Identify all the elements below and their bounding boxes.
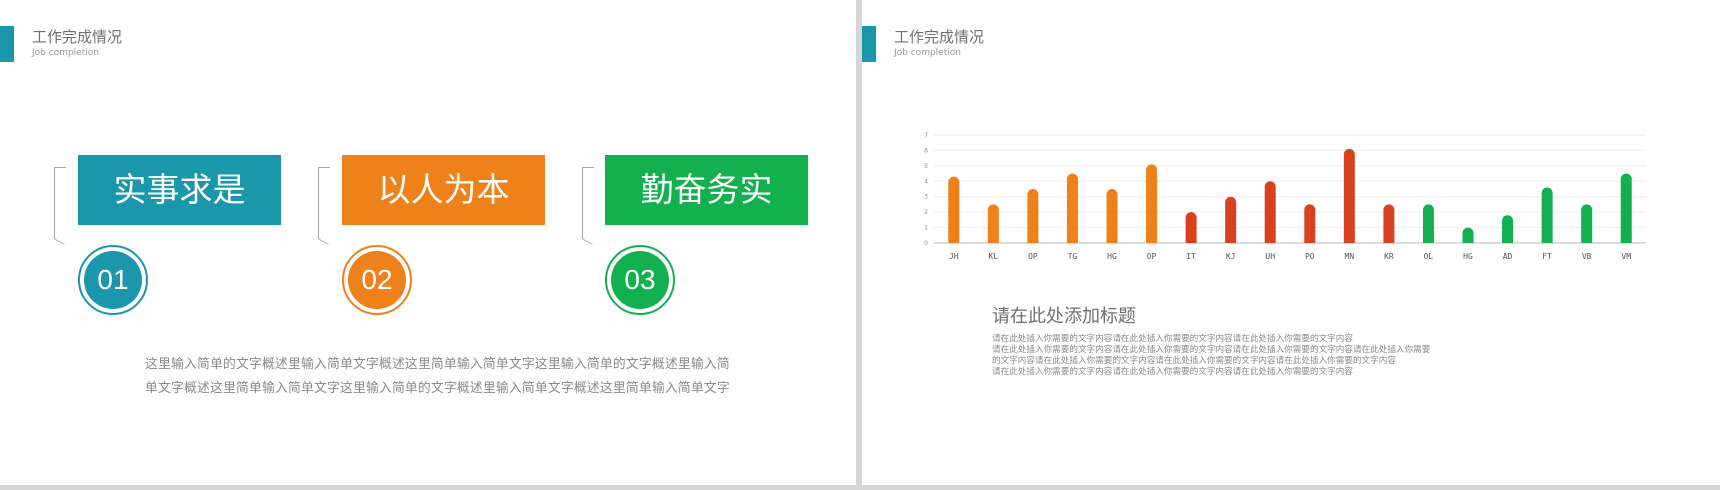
header-accent-bar xyxy=(862,26,876,62)
y-tick-label: 6 xyxy=(924,147,928,154)
bar-base xyxy=(987,237,999,243)
x-tick-label: HG xyxy=(1107,252,1117,261)
card-bracket-2 xyxy=(318,167,331,239)
x-tick-label: TG xyxy=(1068,252,1078,261)
description-text: 这里输入简单的文字概述里输入简单文字概述这里简单输入简单文字这里输入简单的文字概… xyxy=(145,357,730,396)
bar-base xyxy=(1225,237,1237,243)
y-tick-label: 2 xyxy=(924,209,928,216)
bar xyxy=(1066,173,1078,243)
x-tick-label: KJ xyxy=(1226,252,1236,261)
x-tick-label: AD xyxy=(1503,252,1513,261)
bar-base xyxy=(1422,237,1434,243)
bar xyxy=(1264,181,1276,243)
slide-left: 工作完成情况 Job completion 实事求是 以人为本 勤奋务实 01 … xyxy=(0,0,856,485)
card-number-circle-3: 03 xyxy=(605,245,675,315)
bar-base xyxy=(1462,237,1474,243)
bar-base xyxy=(948,237,960,243)
chart-paragraph: 请在此处插入你需要的文字内容请在此处插入你需要的文字内容请在此处插入你需要的文字… xyxy=(992,334,1430,378)
bar xyxy=(948,176,960,243)
header-subtitle: Job completion xyxy=(32,48,99,58)
bar xyxy=(1343,148,1355,243)
x-tick-label: HG xyxy=(1463,252,1473,261)
y-tick-label: 0 xyxy=(924,240,928,247)
x-tick-label: KR xyxy=(1384,252,1394,261)
x-tick-label: OP xyxy=(1147,252,1157,261)
bar xyxy=(1146,164,1158,243)
header-accent-bar xyxy=(0,26,14,62)
card-label-box-3: 勤奋务实 xyxy=(605,155,808,225)
bar-base xyxy=(1146,237,1158,243)
x-tick-label: VB xyxy=(1582,252,1592,261)
bar-base xyxy=(1581,237,1593,243)
bar-base xyxy=(1620,237,1632,243)
paragraph-line: 请在此处插入你需要的文字内容请在此处插入你需要的文字内容请在此处插入你需要的文字… xyxy=(992,345,1431,355)
header-title: 工作完成情况 xyxy=(32,28,123,46)
paragraph-line: 的文字内容请在此处插入你需要的文字内容请在此处插入你需要的文字内容请在此处插入你… xyxy=(992,356,1396,366)
bar-base xyxy=(1502,237,1514,243)
x-tick-label: PO xyxy=(1305,252,1315,261)
card-label-box-2: 以人为本 xyxy=(342,155,545,225)
bar-base xyxy=(1185,237,1197,243)
x-tick-label: OP xyxy=(1028,252,1038,261)
header-subtitle: Job completion xyxy=(894,48,961,58)
x-tick-label: JH xyxy=(949,252,959,261)
bar-base xyxy=(1304,237,1316,243)
y-tick-label: 1 xyxy=(924,225,928,232)
bar xyxy=(1106,189,1118,243)
card-bracket-1 xyxy=(54,167,67,239)
y-tick-label: 3 xyxy=(924,194,928,201)
bar-base xyxy=(1541,237,1553,243)
bar xyxy=(1027,189,1039,243)
x-tick-label: VM xyxy=(1621,252,1631,261)
x-tick-label: MN xyxy=(1345,252,1355,261)
bar-base xyxy=(1264,237,1276,243)
card-number-1: 01 xyxy=(84,251,142,309)
slide-right: 工作完成情况 Job completion 0 1 2 3 4 5 6 7 JH KL OP TG HG… xyxy=(862,0,1720,485)
x-tick-label: UH xyxy=(1265,252,1275,261)
card-number-2: 02 xyxy=(348,251,406,309)
bar-base xyxy=(1027,237,1039,243)
bar-base xyxy=(1343,237,1355,243)
bar xyxy=(1225,196,1237,243)
header-title: 工作完成情况 xyxy=(894,28,985,46)
chart-heading: 请在此处添加标题 xyxy=(992,306,1136,327)
paragraph-line: 请在此处插入你需要的文字内容请在此处插入你需要的文字内容请在此处插入你需要的文字… xyxy=(992,334,1353,344)
y-tick-label: 7 xyxy=(924,132,928,139)
x-tick-label: FT xyxy=(1542,252,1552,261)
paragraph-line: 请在此处插入你需要的文字内容请在此处插入你需要的文字内容请在此处插入你需要的文字… xyxy=(992,367,1353,377)
x-tick-label: IT xyxy=(1186,252,1196,261)
card-label-box-1: 实事求是 xyxy=(78,155,281,225)
bar-base xyxy=(1106,237,1118,243)
card-number-3: 03 xyxy=(611,251,669,309)
x-tick-label: KL xyxy=(989,252,999,261)
card-bracket-3 xyxy=(582,167,595,239)
y-tick-label: 5 xyxy=(924,163,928,170)
bar xyxy=(1620,173,1632,243)
card-number-circle-2: 02 xyxy=(342,245,412,315)
bar-chart: 0 1 2 3 4 5 6 7 JH KL OP TG HG OP IT KJ UH PO MN KR OL HG AD FT… xyxy=(924,132,1646,261)
bar-base xyxy=(1066,237,1078,243)
bar xyxy=(1541,187,1553,243)
y-tick-label: 4 xyxy=(924,178,928,185)
bar-base xyxy=(1383,237,1395,243)
card-number-circle-1: 01 xyxy=(78,245,148,315)
x-tick-label: OL xyxy=(1424,252,1434,261)
